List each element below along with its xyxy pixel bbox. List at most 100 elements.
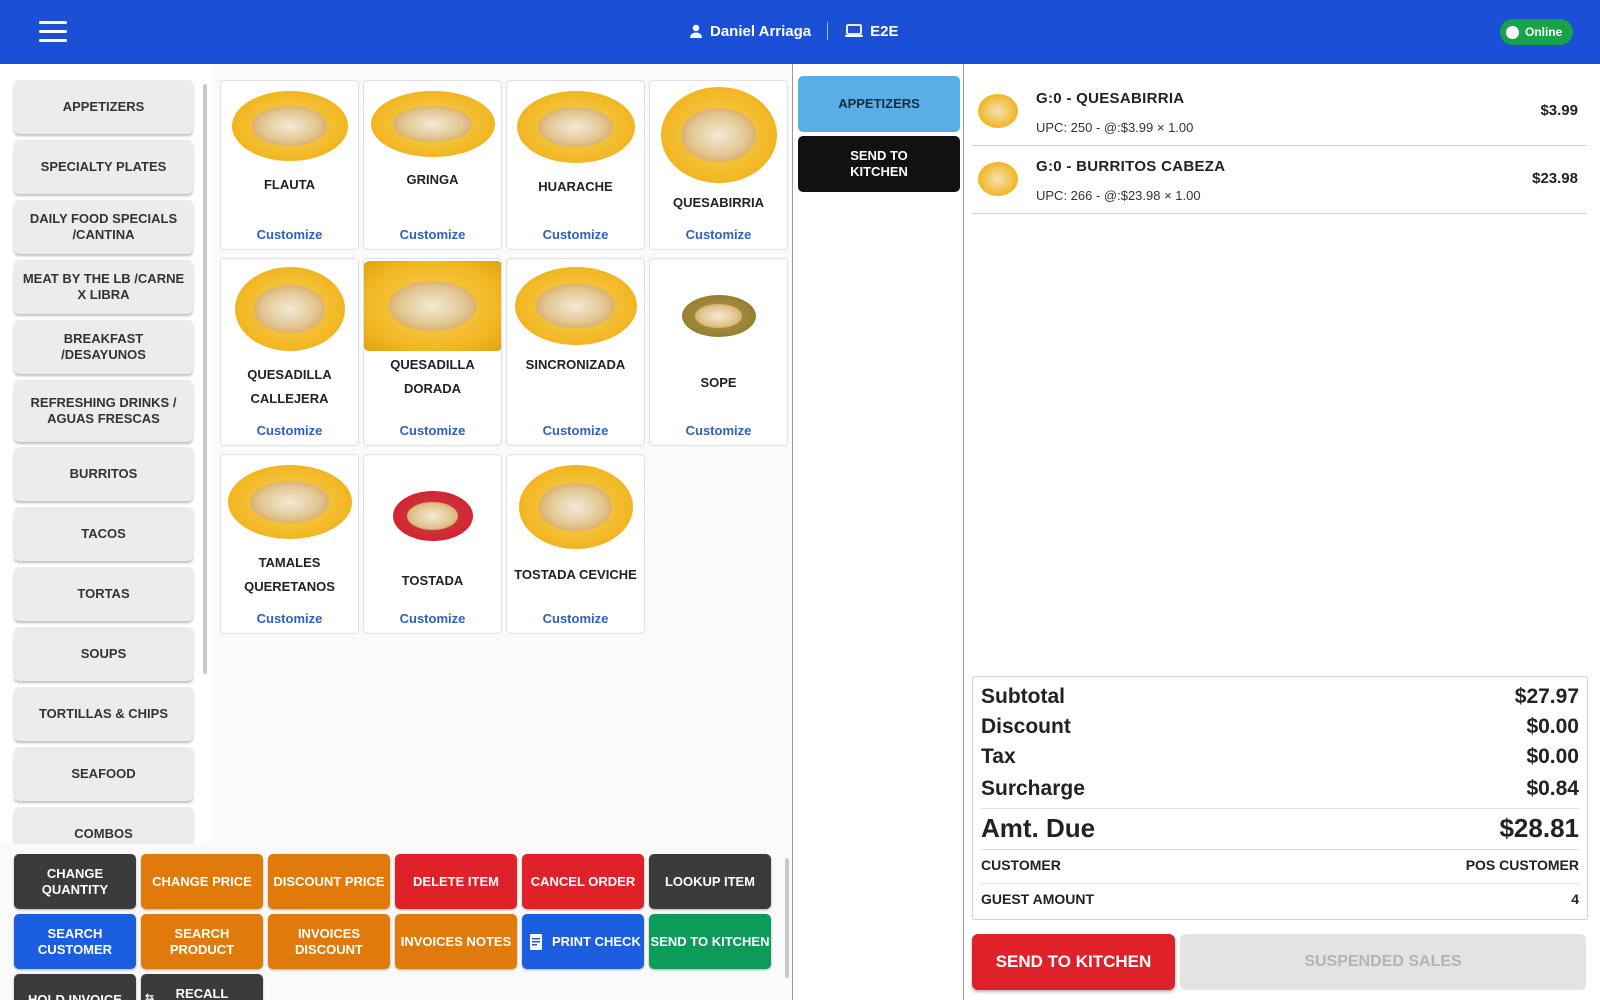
product-name: HUARACHE: [538, 179, 613, 194]
customize-link[interactable]: Customize: [507, 611, 644, 626]
customize-link[interactable]: Customize: [650, 423, 787, 438]
amount-due-label: Amt. Due: [981, 813, 1096, 843]
hold-invoice-button[interactable]: HOLD INVOICE: [14, 974, 136, 1000]
product-image: [227, 465, 352, 539]
tax-row: Tax $0.00: [981, 745, 1579, 769]
category-meat-by-the-lb[interactable]: MEAT BY THE LB /CARNE X LIBRA: [14, 260, 193, 314]
customize-link[interactable]: Customize: [364, 423, 501, 438]
category-specialty-plates[interactable]: SPECIALTY PLATES: [14, 140, 193, 194]
online-status-badge: Online: [1500, 19, 1573, 45]
category-tortillas-chips[interactable]: TORTILLAS & CHIPS: [14, 687, 193, 741]
product-card-quesadilla-dorada[interactable]: QUESADILLA DORADA Customize: [363, 258, 502, 446]
course-group-column: APPETIZERS SEND TO KITCHEN: [792, 64, 964, 1000]
product-card-gringa[interactable]: GRINGA Customize: [363, 80, 502, 250]
discount-row: Discount $0.00: [981, 715, 1579, 739]
guest-amount-value: 4: [1571, 891, 1579, 907]
toolbar-scrollbar[interactable]: [785, 858, 789, 978]
amount-due-value: $28.81: [1499, 813, 1579, 843]
change-price-button[interactable]: CHANGE PRICE: [141, 854, 263, 909]
category-appetizers[interactable]: APPETIZERS: [14, 80, 193, 134]
search-product-button[interactable]: SEARCH PRODUCT: [141, 914, 263, 969]
tax-value: $0.00: [1526, 745, 1579, 768]
category-refreshing-drinks[interactable]: REFRESHING DRINKS / AGUAS FRESCAS: [14, 380, 193, 442]
product-card-quesadilla-callejera[interactable]: QUESADILLA CALLEJERA Customize: [220, 258, 359, 446]
category-soups[interactable]: SOUPS: [14, 627, 193, 681]
product-name: TOSTADA: [401, 573, 464, 588]
discount-price-button[interactable]: DISCOUNT PRICE: [268, 854, 390, 909]
customize-link[interactable]: Customize: [364, 611, 501, 626]
subtotal-row: Subtotal $27.97: [981, 685, 1579, 709]
customize-link[interactable]: Customize: [650, 227, 787, 242]
product-card-sincronizada[interactable]: SINCRONIZADA Customize: [506, 258, 645, 446]
delete-item-button[interactable]: DELETE ITEM: [395, 854, 517, 909]
amount-due-row: Amt. Due $28.81: [981, 813, 1579, 844]
send-to-kitchen-action-button[interactable]: SEND TO KITCHEN: [649, 914, 771, 969]
guest-amount-label: GUEST AMOUNT: [981, 891, 1095, 907]
tax-label: Tax: [981, 745, 1016, 768]
product-card-huarache[interactable]: HUARACHE Customize: [506, 80, 645, 250]
search-customer-button[interactable]: SEARCH CUSTOMER: [14, 914, 136, 969]
category-daily-food-specials[interactable]: DAILY FOOD SPECIALS /CANTINA: [14, 200, 193, 254]
product-image: [660, 87, 777, 183]
recall-button[interactable]: ⇆ RECALL: [141, 974, 263, 1000]
product-name: QUESADILLA DORADA: [390, 357, 475, 396]
product-name: FLAUTA: [263, 177, 316, 192]
totals-divider: [981, 849, 1579, 850]
recall-label: RECALL: [175, 986, 229, 1000]
product-name: GRINGA: [406, 172, 459, 187]
product-image: [234, 267, 345, 351]
product-card-quesabirria[interactable]: QUESABIRRIA Customize: [649, 80, 788, 250]
category-tortas[interactable]: TORTAS: [14, 567, 193, 621]
category-burritos[interactable]: BURRITOS: [14, 447, 193, 501]
product-card-tamales-queretanos[interactable]: TAMALES QUERETANOS Customize: [220, 454, 359, 634]
category-tacos[interactable]: TACOS: [14, 507, 193, 561]
print-check-button[interactable]: PRINT CHECK: [522, 914, 644, 969]
category-scrollbar[interactable]: [203, 84, 207, 674]
guest-amount-row: GUEST AMOUNT 4: [981, 891, 1579, 907]
status-dot-icon: [1506, 25, 1519, 39]
customer-row: CUSTOMER POS CUSTOMER: [981, 857, 1579, 873]
customize-link[interactable]: Customize: [221, 611, 358, 626]
product-card-sope[interactable]: SOPE Customize: [649, 258, 788, 446]
customize-link[interactable]: Customize: [364, 227, 501, 242]
discount-label: Discount: [981, 715, 1071, 738]
order-line-item[interactable]: G:0 - QUESABIRRIA UPC: 250 - @:$3.99 × 1…: [972, 78, 1586, 146]
order-item-title: G:0 - QUESABIRRIA: [1036, 90, 1185, 107]
totals-divider: [981, 883, 1579, 884]
order-line-item[interactable]: G:0 - BURRITOS CABEZA UPC: 266 - @:$23.9…: [972, 146, 1586, 214]
product-image: [364, 261, 501, 351]
group-send-to-kitchen-button[interactable]: SEND TO KITCHEN: [798, 136, 960, 192]
invoices-discount-button[interactable]: INVOICES DISCOUNT: [268, 914, 390, 969]
customize-link[interactable]: Customize: [221, 227, 358, 242]
send-to-kitchen-button[interactable]: SEND TO KITCHEN: [972, 934, 1175, 990]
product-image: [392, 491, 473, 541]
cancel-order-button[interactable]: CANCEL ORDER: [522, 854, 644, 909]
product-name: SOPE: [700, 375, 737, 390]
product-image: [681, 295, 756, 337]
header-divider: [827, 22, 829, 40]
customize-link[interactable]: Customize: [507, 227, 644, 242]
group-appetizers-button[interactable]: APPETIZERS: [798, 76, 960, 132]
category-breakfast[interactable]: BREAKFAST /DESAYUNOS: [14, 320, 193, 374]
change-quantity-button[interactable]: CHANGE QUANTITY: [14, 854, 136, 909]
customize-link[interactable]: Customize: [221, 423, 358, 438]
product-name: QUESADILLA CALLEJERA: [247, 367, 332, 406]
category-seafood[interactable]: SEAFOOD: [14, 747, 193, 801]
print-check-label: PRINT CHECK: [552, 933, 641, 949]
product-name: TOSTADA CEVICHE: [514, 567, 637, 582]
product-name: TAMALES QUERETANOS: [244, 555, 335, 594]
product-card-flauta[interactable]: FLAUTA Customize: [220, 80, 359, 250]
product-card-tostada-ceviche[interactable]: TOSTADA CEVICHE Customize: [506, 454, 645, 634]
lookup-item-button[interactable]: LOOKUP ITEM: [649, 854, 771, 909]
person-icon: [690, 24, 702, 38]
order-panel: G:0 - QUESABIRRIA UPC: 250 - @:$3.99 × 1…: [964, 64, 1600, 1000]
product-image: [518, 465, 633, 549]
customize-link[interactable]: Customize: [507, 423, 644, 438]
order-item-price: $23.98: [1532, 170, 1578, 187]
invoices-notes-button[interactable]: INVOICES NOTES: [395, 914, 517, 969]
user-name: Daniel Arriaga: [710, 22, 812, 40]
product-card-tostada[interactable]: TOSTADA Customize: [363, 454, 502, 634]
hamburger-menu-icon[interactable]: [39, 21, 67, 43]
suspended-sales-button[interactable]: SUSPENDED SALES: [1180, 934, 1586, 990]
category-combos[interactable]: COMBOS: [14, 807, 193, 844]
